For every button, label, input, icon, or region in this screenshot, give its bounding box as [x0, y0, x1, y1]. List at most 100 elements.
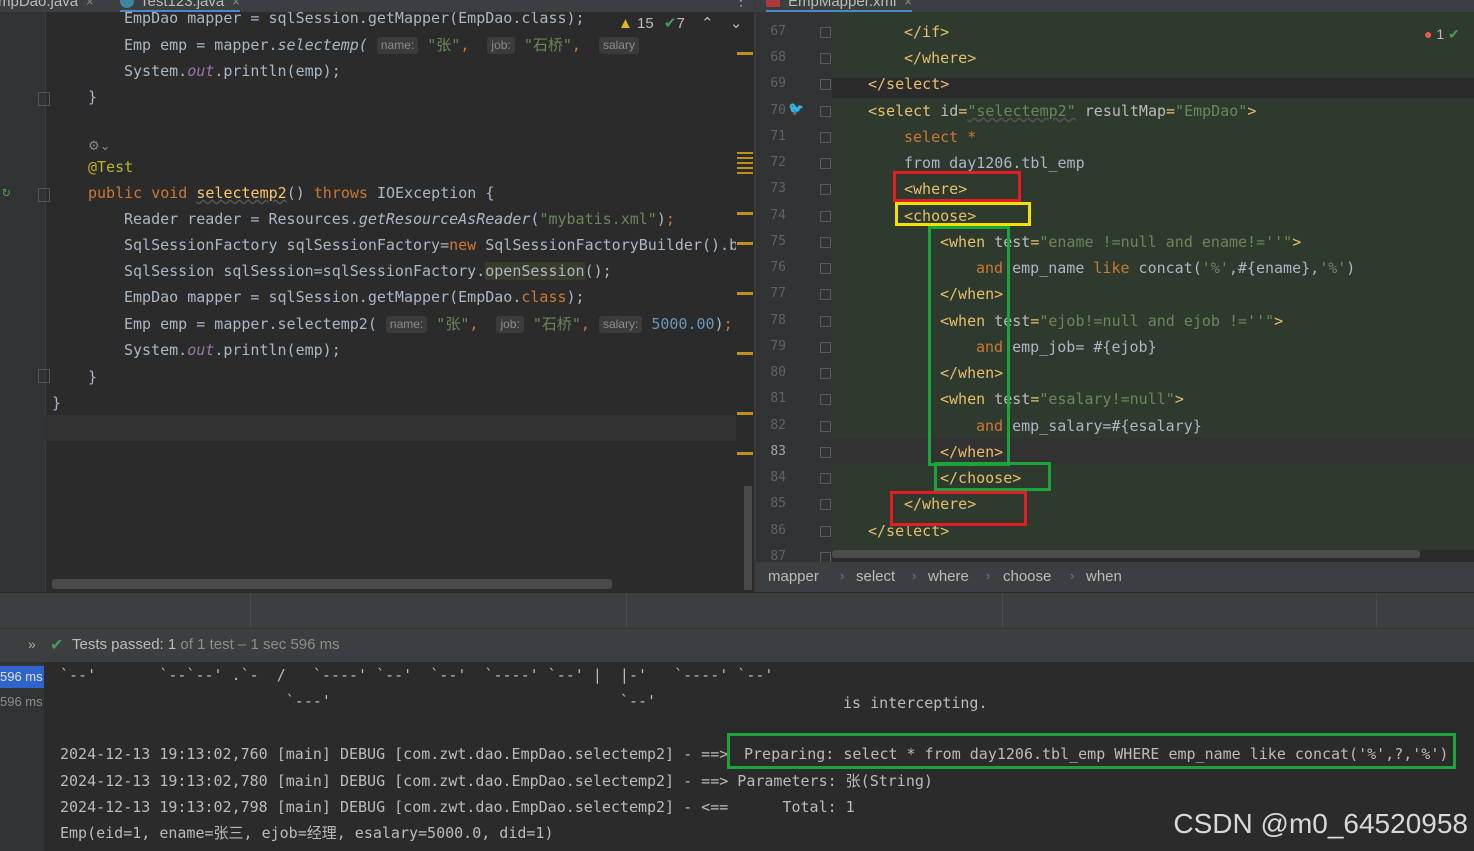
fold-icon[interactable] — [820, 289, 831, 300]
check-icon: ✔ — [663, 15, 677, 32]
vertical-scrollbar[interactable] — [744, 486, 752, 590]
line-number: 70 — [770, 103, 786, 118]
fold-icon[interactable] — [820, 342, 831, 353]
fold-icon[interactable] — [820, 53, 831, 64]
fold-icon[interactable] — [820, 158, 831, 169]
close-icon[interactable]: × — [86, 0, 94, 9]
breadcrumb: mapper › select › where › choose › when — [756, 562, 1474, 592]
annotation-box-where-close — [890, 491, 1027, 526]
breadcrumb-item[interactable]: when — [1086, 568, 1122, 585]
chevron-down-icon[interactable]: ⌄ — [730, 15, 743, 32]
fold-icon[interactable] — [820, 394, 831, 405]
chevron-up-icon[interactable]: ⌃ — [701, 15, 714, 32]
fold-icon[interactable] — [820, 237, 831, 248]
warning-marker[interactable] — [737, 52, 753, 55]
tests-passed-status: Tests passed: 1 of 1 test – 1 sec 596 ms — [72, 636, 340, 653]
code-line: SqlSessionFactory sqlSessionFactory=new … — [124, 236, 754, 254]
line-number: 76 — [770, 260, 786, 275]
tab-label: EmpMapper.xml — [788, 0, 897, 10]
fold-icon[interactable] — [820, 263, 831, 274]
error-indicator[interactable]: ● 1 ✔ — [1424, 26, 1460, 43]
inspection-widget[interactable]: ▲ 15 ✔7 ⌃ ⌄ — [618, 14, 742, 36]
fold-icon[interactable] — [820, 184, 831, 195]
fold-icon[interactable] — [820, 79, 831, 90]
error-icon: ● — [1424, 26, 1433, 42]
xml-line: <select id="selectemp2" resultMap="EmpDa… — [868, 102, 1257, 120]
fold-icon[interactable] — [820, 421, 831, 432]
warning-marker[interactable] — [737, 167, 753, 169]
error-count: 1 — [1436, 26, 1445, 42]
warning-marker[interactable] — [737, 172, 753, 174]
xml-line: select * — [904, 128, 977, 146]
generate-icon[interactable]: ⚙⌄ — [88, 138, 111, 154]
line-number: 84 — [770, 470, 786, 485]
warning-marker[interactable] — [737, 412, 753, 415]
line-number: 73 — [770, 181, 786, 196]
expand-icon[interactable]: » — [28, 636, 36, 652]
fold-icon[interactable] — [820, 132, 831, 143]
warning-marker[interactable] — [737, 212, 753, 215]
fold-icon[interactable] — [820, 552, 831, 562]
console-line: is intercepting. — [843, 694, 988, 712]
line-number: 75 — [770, 234, 786, 249]
tab-label: Test123.java — [140, 0, 225, 10]
warning-marker[interactable] — [737, 292, 753, 295]
code-line: SqlSession sqlSession=sqlSessionFactory.… — [124, 262, 612, 280]
fold-icon[interactable] — [820, 27, 831, 38]
line-number: 79 — [770, 339, 786, 354]
java-class-icon — [120, 0, 134, 8]
fold-icon[interactable] — [820, 526, 831, 537]
fold-icon[interactable] — [820, 316, 831, 327]
code-line: EmpDao mapper = sqlSession.getMapper(Emp… — [124, 12, 585, 27]
test-time-item[interactable]: 596 ms — [0, 691, 44, 713]
horizontal-scrollbar[interactable] — [52, 579, 612, 589]
tab-test123[interactable]: Test123.java × — [120, 0, 240, 12]
close-icon[interactable]: × — [232, 0, 240, 9]
warning-marker[interactable] — [737, 242, 753, 245]
warning-marker[interactable] — [737, 452, 753, 455]
check-count: 7 — [676, 15, 685, 32]
tab-empdao[interactable]: mpDao.java × — [0, 0, 94, 10]
xml-editor[interactable]: 67 68 69 70 71 72 73 74 75 76 77 78 79 80 81 82 83 84 85 86… — [756, 12, 1474, 562]
fold-icon[interactable] — [820, 211, 831, 222]
line-number: 69 — [770, 76, 786, 91]
close-icon[interactable]: × — [904, 0, 912, 9]
fold-icon[interactable] — [38, 92, 50, 106]
fold-icon[interactable] — [820, 473, 831, 484]
breadcrumb-item[interactable]: choose — [1003, 568, 1051, 585]
more-tabs-icon[interactable]: ⋮ — [734, 0, 748, 9]
line-number: 68 — [770, 50, 786, 65]
code-line: System.out.println(emp); — [124, 341, 341, 359]
console-line: `--' `--`--' .`- / `----' `--' `--' `---… — [60, 666, 774, 684]
fold-icon[interactable] — [820, 106, 831, 117]
breadcrumb-item[interactable]: mapper — [768, 568, 819, 585]
chevron-right-icon: › — [986, 568, 991, 583]
line-number: 83 — [770, 444, 786, 459]
java-editor[interactable]: ↻ EmpDao mapper = sqlSession.getMapper(E… — [0, 12, 754, 592]
breadcrumb-item[interactable]: select — [856, 568, 895, 585]
fold-icon[interactable] — [38, 369, 50, 383]
line-number: 77 — [770, 286, 786, 301]
mybatis-navigate-icon[interactable]: 🐦 — [788, 102, 804, 117]
test-time-item[interactable]: 596 ms — [0, 666, 44, 688]
horizontal-scrollbar[interactable] — [832, 550, 1420, 558]
fold-icon[interactable] — [820, 368, 831, 379]
breadcrumb-item[interactable]: where — [928, 568, 969, 585]
line-number: 86 — [770, 523, 786, 538]
fold-icon[interactable] — [38, 188, 50, 202]
annotation-box-choose-open — [895, 202, 1031, 226]
test-tree: 596 ms 596 ms — [0, 662, 44, 851]
tab-label: mpDao.java — [0, 0, 79, 10]
run-test-icon[interactable]: ↻ — [2, 184, 10, 200]
code-line: Emp emp = mapper.selectemp( name: "张", j… — [124, 32, 639, 58]
fold-icon[interactable] — [820, 447, 831, 458]
fold-icon[interactable] — [820, 499, 831, 510]
console-line: 2024-12-13 19:13:02,780 [main] DEBUG [co… — [60, 772, 933, 790]
warning-marker[interactable] — [737, 352, 753, 355]
tab-empmapper[interactable]: EmpMapper.xml × — [766, 0, 912, 12]
warning-marker[interactable] — [737, 162, 753, 164]
warning-marker[interactable] — [737, 157, 753, 159]
warning-marker[interactable] — [737, 152, 753, 154]
right-editor-tabs: EmpMapper.xml × — [756, 0, 1474, 12]
annotation-box-preparing — [727, 733, 1456, 769]
